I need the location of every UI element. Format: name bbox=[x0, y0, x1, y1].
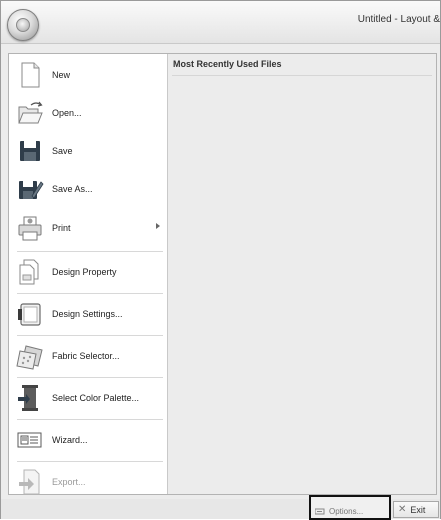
title-bar: Untitled - Layout & bbox=[1, 1, 440, 44]
menu-separator bbox=[17, 335, 163, 336]
menu-item-label: Design Settings... bbox=[52, 309, 123, 319]
menu-item-label: Print bbox=[52, 223, 71, 233]
options-label: Options... bbox=[329, 506, 364, 516]
application-menu-button[interactable] bbox=[7, 9, 39, 41]
menu-separator bbox=[17, 377, 163, 378]
recent-files-pane: Most Recently Used Files bbox=[168, 54, 436, 494]
design-property-icon bbox=[16, 257, 44, 287]
menu-item-label: Design Property bbox=[52, 267, 117, 277]
menu-item-wizard[interactable]: Wizard... bbox=[11, 421, 166, 459]
menu-item-fabric-selector[interactable]: Fabric Selector... bbox=[11, 337, 166, 375]
new-document-icon bbox=[16, 60, 44, 90]
menu-separator bbox=[17, 251, 163, 252]
close-icon: ✕ bbox=[398, 504, 407, 515]
exit-button[interactable]: ✕ Exit bbox=[393, 501, 439, 518]
window-title: Untitled - Layout & bbox=[357, 14, 440, 25]
exit-label: Exit bbox=[410, 504, 426, 515]
thread-spool-icon bbox=[16, 383, 44, 413]
header-divider bbox=[172, 75, 432, 76]
save-as-icon bbox=[16, 174, 44, 204]
menu-item-select-color-palette[interactable]: Select Color Palette... bbox=[11, 379, 166, 417]
menu-item-label: Open... bbox=[52, 108, 82, 118]
menu-item-label: New bbox=[52, 70, 71, 80]
recent-files-header: Most Recently Used Files bbox=[173, 59, 282, 69]
menu-item-label: Save bbox=[52, 146, 73, 156]
menu-item-design-property[interactable]: Design Property bbox=[11, 253, 166, 291]
menu-item-label: Select Color Palette... bbox=[52, 393, 140, 403]
menu-item-open[interactable]: Open... bbox=[11, 94, 166, 132]
menu-separator bbox=[17, 419, 163, 420]
menu-item-print[interactable]: Print bbox=[11, 209, 166, 247]
menu-item-new[interactable]: New bbox=[11, 56, 166, 94]
printer-icon bbox=[16, 213, 44, 243]
menu-item-label: Wizard... bbox=[52, 435, 88, 445]
fabric-selector-icon bbox=[16, 341, 44, 371]
save-disk-icon bbox=[16, 136, 44, 166]
menu-item-label: Export... bbox=[52, 477, 86, 487]
app-logo-icon bbox=[16, 18, 30, 32]
options-icon bbox=[315, 507, 325, 516]
application-menu: New Open... Save Save As... Print Design… bbox=[8, 53, 437, 495]
design-settings-icon bbox=[16, 299, 44, 329]
menu-item-label: Save As... bbox=[52, 184, 93, 194]
menu-item-save-as[interactable]: Save As... bbox=[11, 170, 166, 208]
application-window: Untitled - Layout & New Open... Save Sav… bbox=[0, 0, 441, 520]
export-icon bbox=[16, 467, 44, 497]
menu-separator bbox=[17, 293, 163, 294]
options-button[interactable]: Options... bbox=[315, 502, 385, 520]
menu-item-design-settings[interactable]: Design Settings... bbox=[11, 295, 166, 333]
menu-item-export: Export... bbox=[11, 463, 166, 501]
menu-command-list: New Open... Save Save As... Print Design… bbox=[9, 54, 168, 495]
menu-item-label: Fabric Selector... bbox=[52, 351, 120, 361]
submenu-arrow-icon bbox=[156, 223, 160, 229]
wizard-icon bbox=[16, 425, 44, 455]
menu-separator bbox=[17, 461, 163, 462]
menu-item-save[interactable]: Save bbox=[11, 132, 166, 170]
open-folder-icon bbox=[16, 98, 44, 128]
